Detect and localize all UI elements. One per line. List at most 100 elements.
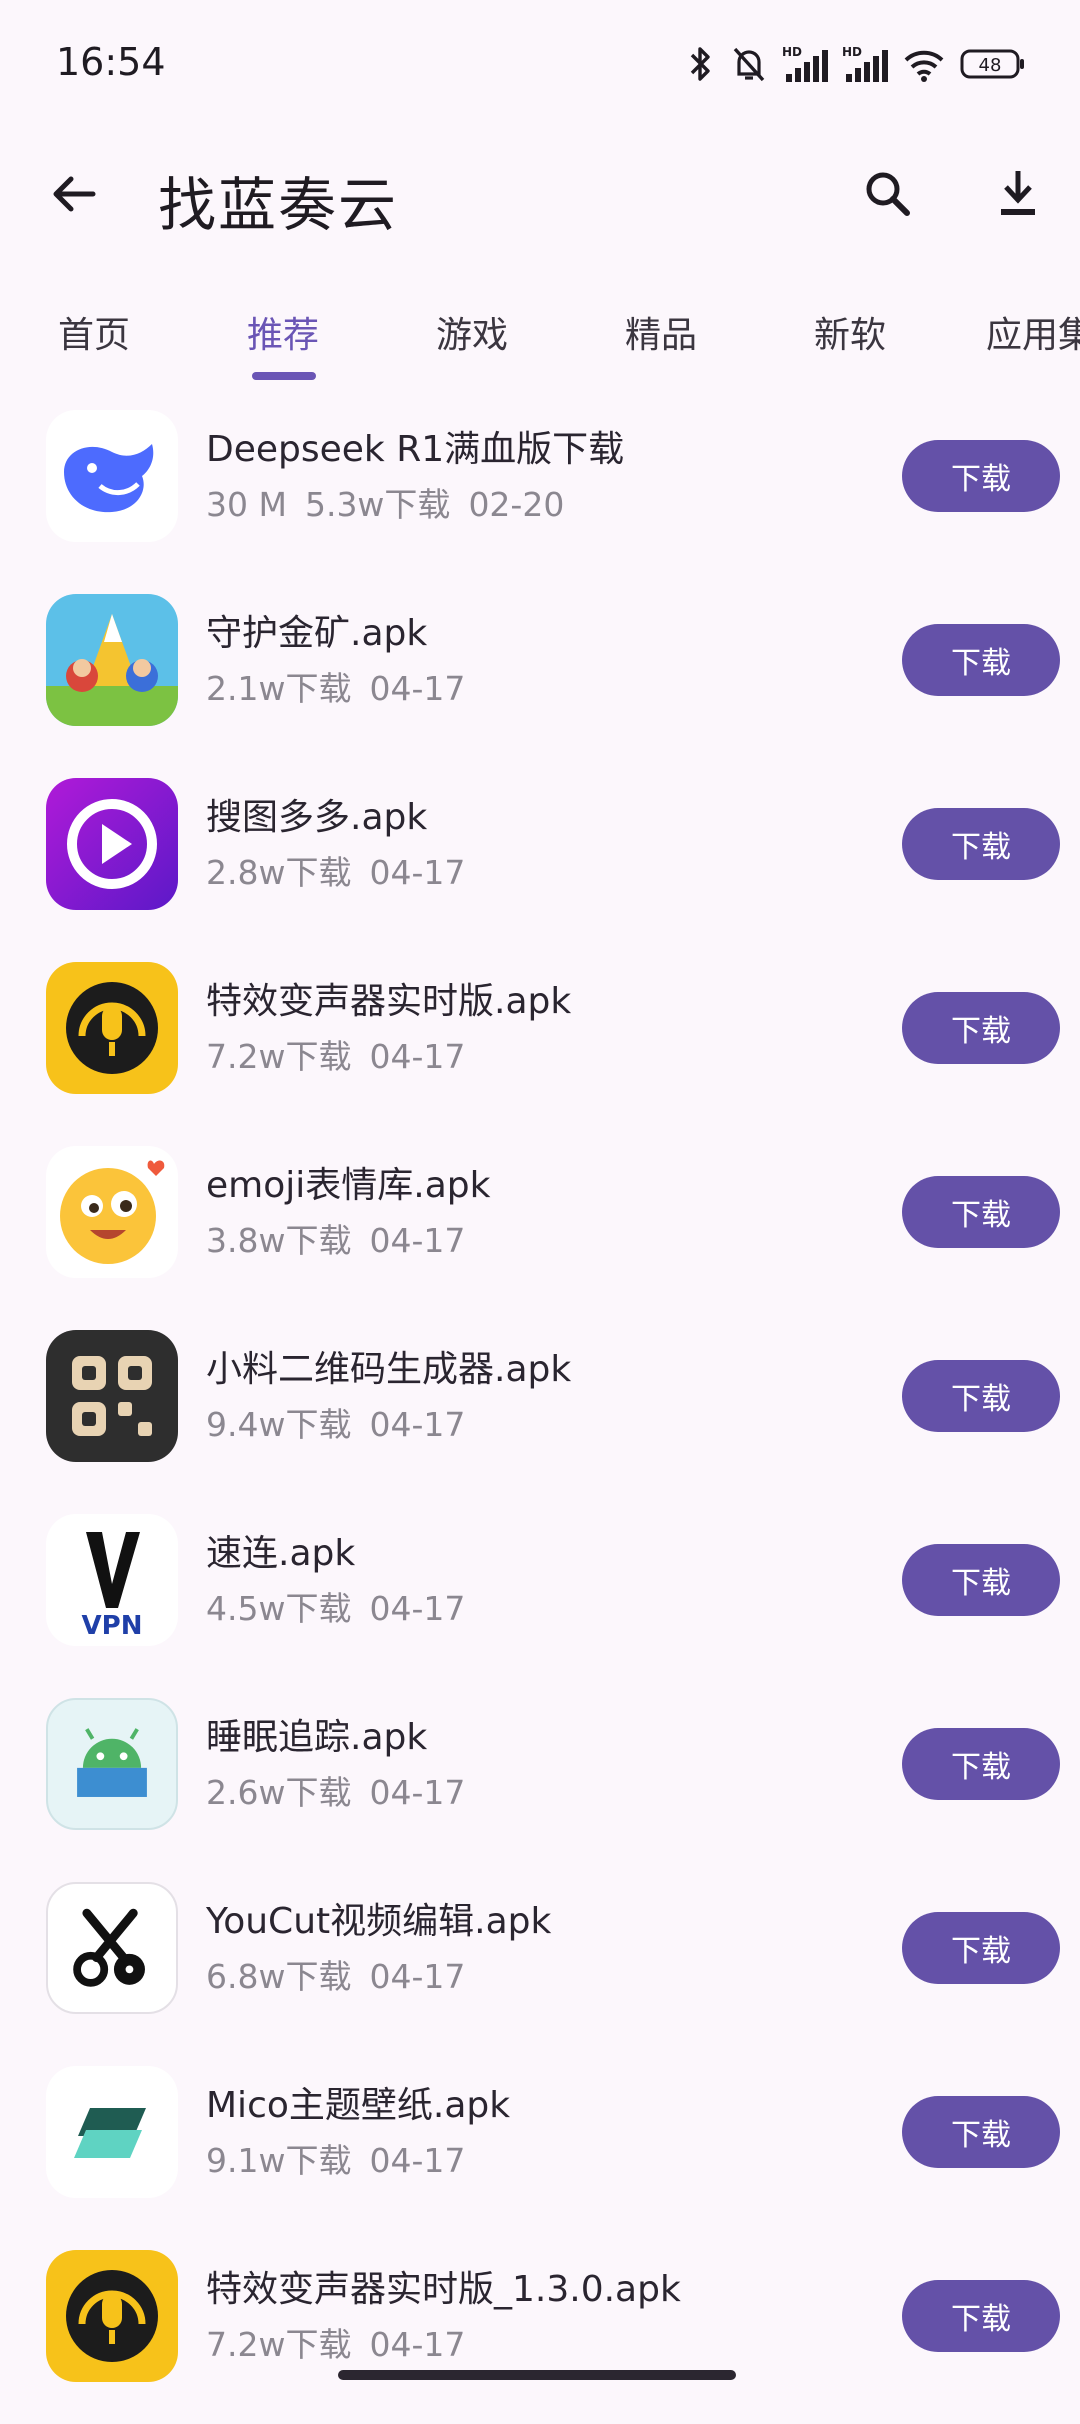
status-bar: 16:54 HD HD 48 [0, 0, 1080, 130]
download-button[interactable]: 下载 [902, 1360, 1060, 1432]
hd-label-2: HD [842, 45, 862, 59]
app-meta: 2.1w下载 04-17 [206, 662, 483, 710]
list-item[interactable]: 守护金矿.apk 2.1w下载 04-17 下载 [0, 584, 1080, 768]
update-date: 02-20 [468, 485, 565, 524]
svg-text:VPN: VPN [82, 1611, 143, 1641]
tab-app-collection[interactable]: 应用集 [986, 306, 1080, 358]
download-button[interactable]: 下载 [902, 2280, 1060, 2352]
update-date: 04-17 [369, 1405, 466, 1444]
download-count: 7.2w下载 [206, 2325, 352, 2364]
mute-bell-icon [733, 47, 765, 82]
page-title: 找蓝奏云 [158, 171, 399, 239]
tab-home[interactable]: 首页 [58, 306, 130, 358]
download-count: 6.8w下载 [206, 1957, 352, 1996]
search-icon [866, 172, 910, 216]
list-item[interactable]: 特效变声器实时版_1.3.0.apk 7.2w下载 04-17 下载 [0, 2240, 1080, 2424]
download-count: 2.1w下载 [206, 669, 352, 708]
list-item[interactable]: emoji表情库.apk 3.8w下载 04-17 下载 [0, 1136, 1080, 1320]
sleeping-android-icon [46, 1698, 178, 1830]
bluetooth-icon [690, 47, 710, 81]
list-item[interactable]: 特效变声器实时版.apk 7.2w下载 04-17 下载 [0, 952, 1080, 1136]
list-item[interactable]: 睡眠追踪.apk 2.6w下载 04-17 下载 [0, 1688, 1080, 1872]
update-date: 04-17 [369, 1037, 466, 1076]
update-date: 04-17 [369, 669, 466, 708]
signal-2-icon: HD [842, 45, 888, 82]
app-meta: 2.6w下载 04-17 [206, 1766, 483, 1814]
download-button[interactable]: 下载 [902, 2096, 1060, 2168]
update-date: 04-17 [369, 1773, 466, 1812]
clock: 16:54 [56, 40, 166, 84]
battery-level: 48 [979, 55, 1002, 76]
app-meta: 2.8w下载 04-17 [206, 846, 483, 894]
app-name: Deepseek R1满血版下载 [206, 429, 625, 470]
app-name: 特效变声器实时版.apk [206, 981, 572, 1022]
update-date: 04-17 [369, 1221, 466, 1260]
app-meta: 30 M 5.3w下载 02-20 [206, 478, 582, 526]
app-meta: 9.1w下载 04-17 [206, 2134, 483, 2182]
signal-1-icon: HD [782, 45, 828, 82]
download-button[interactable]: 下载 [902, 1544, 1060, 1616]
download-button[interactable]: 下载 [902, 992, 1060, 1064]
microphone-headphones-icon [46, 2250, 178, 2382]
app-name: 小料二维码生成器.apk [206, 1349, 572, 1390]
app-bar: 找蓝奏云 [0, 130, 1080, 260]
download-count: 9.1w下载 [206, 2141, 352, 2180]
app-meta: 7.2w下载 04-17 [206, 1030, 483, 1078]
app-meta: 3.8w下载 04-17 [206, 1214, 483, 1262]
download-button[interactable]: 下载 [902, 624, 1060, 696]
guard-gold-mine-icon [46, 594, 178, 726]
layered-tiles-icon [46, 2066, 178, 2198]
list-item[interactable]: VPN 速连.apk 4.5w下载 04-17 下载 [0, 1504, 1080, 1688]
tab-featured[interactable]: 精品 [625, 306, 697, 358]
search-button[interactable] [852, 158, 924, 230]
home-indicator[interactable] [338, 2370, 736, 2380]
back-button[interactable] [40, 160, 108, 228]
app-name: YouCut视频编辑.apk [206, 1901, 552, 1942]
arrow-back-icon [53, 176, 96, 212]
app-name: 守护金矿.apk [206, 613, 428, 654]
download-count: 9.4w下载 [206, 1405, 352, 1444]
app-meta: 7.2w下载 04-17 [206, 2318, 483, 2366]
wifi-icon [904, 50, 944, 82]
list-item[interactable]: Mico主题壁纸.apk 9.1w下载 04-17 下载 [0, 2056, 1080, 2240]
play-triangle-icon [46, 778, 178, 910]
download-button[interactable]: 下载 [902, 808, 1060, 880]
app-size: 30 M [206, 485, 287, 524]
vpn-icon: VPN [46, 1514, 178, 1646]
app-name: 睡眠追踪.apk [206, 1717, 428, 1758]
tab-games[interactable]: 游戏 [436, 306, 508, 358]
status-icons: HD HD 48 [686, 42, 1026, 86]
download-button[interactable]: 下载 [902, 1912, 1060, 1984]
app-name: 速连.apk [206, 1533, 356, 1574]
app-meta: 4.5w下载 04-17 [206, 1582, 483, 1630]
tab-recommended[interactable]: 推荐 [247, 306, 319, 358]
app-name: emoji表情库.apk [206, 1165, 491, 1206]
download-button[interactable]: 下载 [902, 1728, 1060, 1800]
download-count: 7.2w下载 [206, 1037, 352, 1076]
download-count: 5.3w下载 [304, 485, 451, 524]
update-date: 04-17 [369, 1589, 466, 1628]
active-tab-indicator [252, 372, 316, 380]
download-manager-button[interactable] [982, 158, 1054, 230]
app-name: Mico主题壁纸.apk [206, 2085, 511, 2126]
download-icon [1001, 171, 1035, 215]
download-count: 4.5w下载 [206, 1589, 352, 1628]
download-button[interactable]: 下载 [902, 440, 1060, 512]
list-item[interactable]: 小料二维码生成器.apk 9.4w下载 04-17 下载 [0, 1320, 1080, 1504]
battery-icon: 48 [960, 49, 1024, 79]
tab-new-software[interactable]: 新软 [814, 306, 886, 358]
app-name: 搜图多多.apk [206, 797, 428, 838]
app-name: 特效变声器实时版_1.3.0.apk [206, 2269, 681, 2310]
emoji-face-icon [46, 1146, 178, 1278]
download-count: 2.6w下载 [206, 1773, 352, 1812]
list-item[interactable]: Deepseek R1满血版下载 30 M 5.3w下载 02-20 下载 [0, 400, 1080, 584]
scissors-film-icon [46, 1882, 178, 2014]
list-item[interactable]: 搜图多多.apk 2.8w下载 04-17 下载 [0, 768, 1080, 952]
download-button[interactable]: 下载 [902, 1176, 1060, 1248]
hd-label-1: HD [782, 45, 802, 59]
download-count: 3.8w下载 [206, 1221, 352, 1260]
update-date: 04-17 [369, 853, 466, 892]
qr-code-icon [46, 1330, 178, 1462]
list-item[interactable]: YouCut视频编辑.apk 6.8w下载 04-17 下载 [0, 1872, 1080, 2056]
deepseek-whale-icon [46, 410, 178, 542]
